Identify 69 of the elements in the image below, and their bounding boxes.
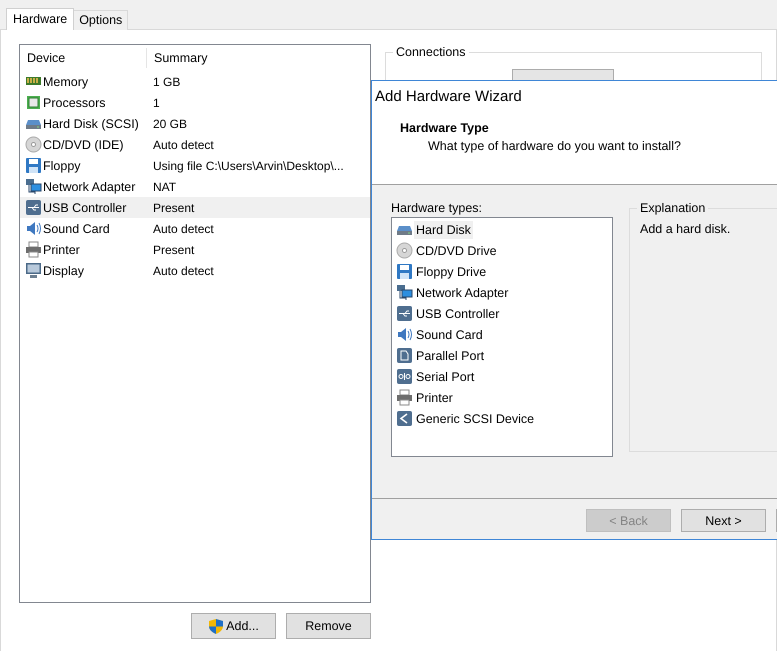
- device-name: Display: [43, 264, 84, 278]
- device-row[interactable]: Floppy Using file C:\Users\Arvin\Desktop\...: [20, 155, 370, 176]
- device-name: Floppy: [43, 158, 81, 172]
- device-row[interactable]: Printer Present: [20, 239, 370, 260]
- hardware-type-item[interactable]: Parallel Port: [396, 345, 612, 366]
- device-name: Sound Card: [43, 222, 110, 236]
- hardware-type-item[interactable]: Floppy Drive: [396, 261, 612, 282]
- list-label: Hardware types:: [391, 201, 484, 215]
- device-row[interactable]: Network Adapter NAT: [20, 176, 370, 197]
- column-header[interactable]: Summary: [147, 51, 208, 65]
- shield-icon: [208, 618, 224, 634]
- tab[interactable]: Options: [73, 10, 128, 30]
- device-summary: 20 GB: [152, 116, 188, 130]
- next-button[interactable]: Next >: [681, 509, 766, 532]
- device-summary: 1 GB: [152, 74, 180, 88]
- hardware-type-item[interactable]: Generic SCSI Device: [396, 408, 612, 429]
- device-summary: 1: [152, 96, 160, 110]
- device-summary: Auto detect: [152, 222, 214, 236]
- device-row[interactable]: Display Auto detect: [20, 260, 370, 281]
- printer-icon: [25, 241, 42, 258]
- speaker-icon: [396, 326, 413, 343]
- monitor-icon: [25, 262, 42, 279]
- group-title: Connections: [393, 45, 468, 59]
- device-name: Network Adapter: [43, 180, 136, 194]
- dialog-title: Add Hardware Wizard: [372, 81, 777, 112]
- speaker-icon: [25, 220, 42, 237]
- network-computers-icon: [396, 284, 413, 301]
- device-name: Printer: [43, 242, 80, 256]
- disc-icon: [396, 242, 413, 259]
- column-header[interactable]: Device: [20, 48, 147, 68]
- hardware-type-item[interactable]: Hard Disk: [396, 219, 612, 240]
- device-name: Memory: [43, 74, 88, 88]
- device-name: CD/DVD (IDE): [43, 138, 124, 152]
- device-summary: Auto detect: [152, 264, 214, 278]
- port-icon: [396, 347, 413, 364]
- usb-icon: [396, 305, 413, 322]
- chip-icon: [25, 94, 42, 111]
- step-heading: Hardware Type: [400, 121, 490, 135]
- usb-icon: [25, 199, 42, 216]
- device-summary: Present: [152, 200, 194, 214]
- device-row[interactable]: Hard Disk (SCSI) 20 GB: [20, 113, 370, 134]
- device-summary: NAT: [152, 180, 176, 194]
- serial-port-icon: [396, 368, 413, 385]
- device-summary: Using file C:\Users\Arvin\Desktop\...: [152, 158, 344, 172]
- device-row[interactable]: Memory 1 GB: [20, 71, 370, 92]
- device-button[interactable]: Add...: [191, 613, 276, 639]
- printer-icon: [396, 389, 413, 406]
- hardware-type-item[interactable]: CD/DVD Drive: [396, 240, 612, 261]
- device-button[interactable]: Remove: [286, 613, 371, 639]
- device-row[interactable]: Sound Card Auto detect: [20, 218, 370, 239]
- hardware-type-item[interactable]: Sound Card: [396, 324, 612, 345]
- device-name: USB Controller: [43, 200, 126, 214]
- scsi-icon: [396, 410, 413, 427]
- device-name: Processors: [43, 96, 106, 110]
- hardware-type-item[interactable]: Network Adapter: [396, 282, 612, 303]
- hardware-type-item[interactable]: Printer: [396, 387, 612, 408]
- device-name: Hard Disk (SCSI): [43, 116, 139, 130]
- group-title: Explanation: [637, 201, 708, 215]
- hardware-type-item[interactable]: Serial Port: [396, 366, 612, 387]
- step-description: What type of hardware do you want to install?: [427, 139, 682, 153]
- device-summary: Present: [152, 242, 194, 256]
- hardware-type-item[interactable]: USB Controller: [396, 303, 612, 324]
- device-summary: Auto detect: [152, 138, 214, 152]
- network-computers-icon: [25, 178, 42, 195]
- device-row[interactable]: USB Controller Present: [20, 197, 370, 218]
- device-row[interactable]: Processors 1: [20, 92, 370, 113]
- disc-icon: [25, 136, 42, 153]
- tab[interactable]: Hardware: [6, 8, 74, 30]
- device-row[interactable]: CD/DVD (IDE) Auto detect: [20, 134, 370, 155]
